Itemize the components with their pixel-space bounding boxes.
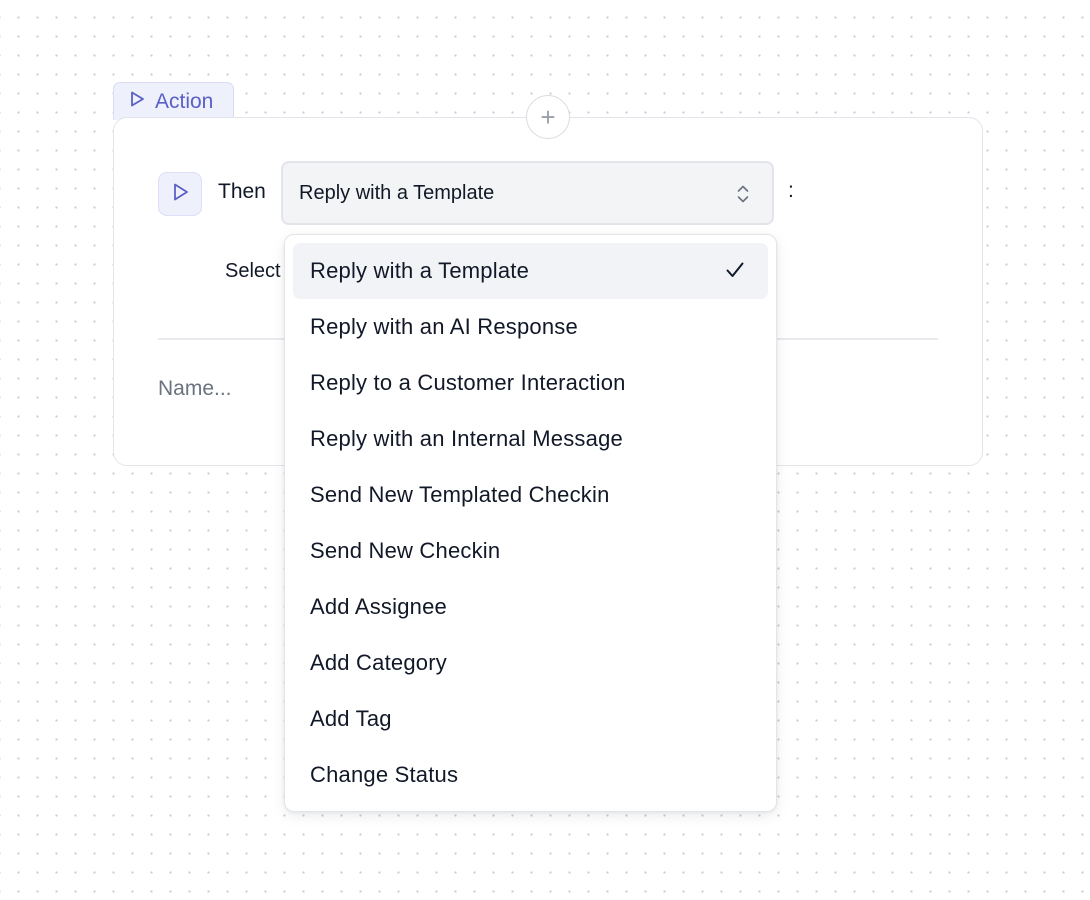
- action-play-button[interactable]: [158, 172, 202, 216]
- then-label: Then: [218, 180, 266, 203]
- menu-item-reply-customer-interaction[interactable]: Reply to a Customer Interaction: [293, 355, 768, 411]
- menu-item-send-checkin[interactable]: Send New Checkin: [293, 523, 768, 579]
- colon-separator: :: [788, 179, 794, 202]
- menu-item-label: Reply with an Internal Message: [310, 426, 623, 451]
- menu-item-reply-template[interactable]: Reply with a Template: [293, 243, 768, 299]
- add-step-button[interactable]: +: [526, 95, 570, 139]
- chevron-up-down-icon: [736, 183, 750, 205]
- menu-item-label: Reply with a Template: [310, 258, 530, 283]
- menu-item-reply-ai-response[interactable]: Reply with an AI Response: [293, 299, 768, 355]
- action-type-dropdown: Reply with a Template Reply with an AI R…: [284, 234, 777, 812]
- plus-icon: +: [540, 102, 556, 132]
- name-input[interactable]: [158, 374, 278, 404]
- menu-item-send-templated-checkin[interactable]: Send New Templated Checkin: [293, 467, 768, 523]
- action-tab-label: Action: [155, 89, 214, 113]
- menu-item-add-tag[interactable]: Add Tag: [293, 691, 768, 747]
- menu-item-label: Add Tag: [310, 706, 392, 731]
- check-icon: [724, 259, 746, 281]
- action-type-select[interactable]: Reply with a Template: [281, 161, 774, 225]
- menu-item-label: Send New Templated Checkin: [310, 482, 610, 507]
- menu-item-reply-internal-message[interactable]: Reply with an Internal Message: [293, 411, 768, 467]
- menu-item-label: Reply with an AI Response: [310, 314, 578, 339]
- menu-item-label: Add Category: [310, 650, 447, 675]
- play-icon: [128, 90, 146, 114]
- menu-item-label: Change Status: [310, 762, 459, 787]
- action-tab[interactable]: Action: [113, 82, 234, 120]
- menu-item-label: Send New Checkin: [310, 538, 501, 563]
- menu-item-label: Add Assignee: [310, 594, 447, 619]
- play-icon: [169, 181, 191, 208]
- menu-item-add-category[interactable]: Add Category: [293, 635, 768, 691]
- menu-item-label: Reply to a Customer Interaction: [310, 370, 626, 395]
- menu-item-change-status[interactable]: Change Status: [293, 747, 768, 803]
- select-label: Select: [225, 260, 281, 282]
- menu-item-add-assignee[interactable]: Add Assignee: [293, 579, 768, 635]
- action-type-select-value: Reply with a Template: [299, 181, 495, 204]
